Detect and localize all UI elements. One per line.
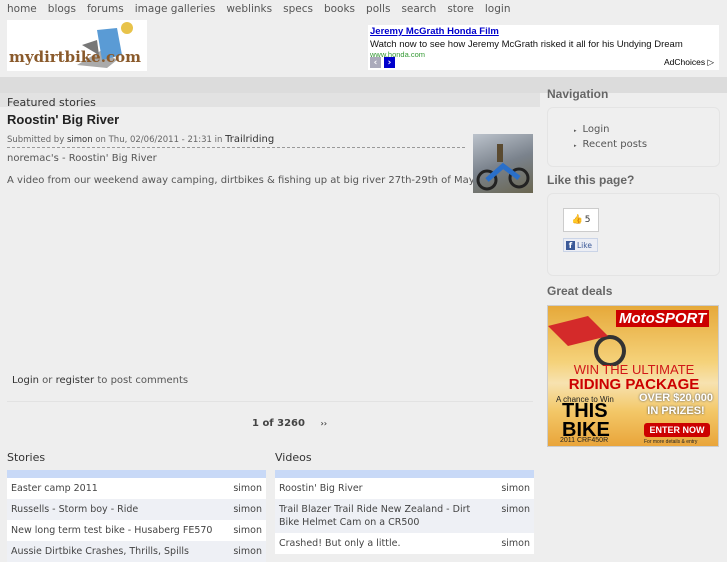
nav-item-login[interactable]: ▸ Login (574, 123, 719, 138)
story-meta: Submitted by simon on Thu, 02/06/2011 - … (7, 134, 465, 148)
register-link[interactable]: register (56, 375, 95, 386)
pager: 1 of 3260 ›› (252, 418, 327, 429)
comment-prompt: Login or register to post comments (12, 375, 189, 386)
stories-heading: Stories (7, 451, 46, 464)
pager-next[interactable]: ›› (320, 419, 327, 428)
nav-weblinks[interactable]: weblinks (226, 3, 272, 15)
top-nav: home blogs forums image galleries weblin… (7, 3, 510, 15)
nav-search[interactable]: search (401, 3, 436, 15)
ad-url[interactable]: www.honda.com (370, 50, 717, 57)
table-row[interactable]: New long term test bike - Husaberg FE570… (7, 520, 266, 541)
table-row[interactable]: Easter camp 2011 simon (7, 478, 266, 499)
nav-home[interactable]: home (7, 3, 37, 15)
adchoices-link[interactable]: AdChoices ▷ (664, 57, 714, 68)
ad-description: Watch now to see how Jeremy McGrath risk… (370, 39, 683, 50)
facebook-like-button[interactable]: f Like (563, 238, 598, 252)
story-body: A video from our weekend away camping, d… (7, 175, 504, 186)
like-heading: Like this page? (547, 173, 635, 187)
site-logo[interactable]: mydirtbike.com (7, 20, 147, 71)
like-block: 👍 5 f Like (547, 193, 720, 276)
category-link[interactable]: Trailriding (225, 134, 274, 145)
table-row[interactable]: Aussie Dirtbike Crashes, Thrills, Spills… (7, 541, 266, 562)
nav-image-galleries[interactable]: image galleries (135, 3, 216, 15)
table-row[interactable]: Trail Blazer Trail Ride New Zealand - Di… (275, 499, 534, 533)
enter-now-button[interactable]: ENTER NOW (644, 423, 710, 437)
featured-heading: Featured stories (7, 96, 96, 109)
nav-books[interactable]: books (324, 3, 355, 15)
nav-item-recent-posts[interactable]: ▸ Recent posts (574, 138, 719, 153)
story-title[interactable]: Roostin' Big River (7, 112, 119, 127)
table-row[interactable]: Russells - Storm boy - Ride simon (7, 499, 266, 520)
facebook-icon: f (566, 240, 575, 250)
nav-blogs[interactable]: blogs (48, 3, 76, 15)
thumbs-up-icon: 👍 (571, 215, 583, 225)
ad-title[interactable]: Jeremy McGrath Honda Film (370, 26, 717, 37)
navigation-heading: Navigation (547, 87, 609, 101)
ad-next-icon[interactable]: › (384, 57, 395, 68)
logo-text: mydirtbike.com (9, 48, 141, 66)
header-band (0, 77, 727, 93)
story-subtitle: noremac's - Roostin' Big River (7, 153, 157, 164)
nav-store[interactable]: store (447, 3, 474, 15)
divider (7, 401, 533, 402)
story-thumbnail[interactable] (473, 134, 533, 193)
nav-forums[interactable]: forums (87, 3, 124, 15)
navigation-block: ▸ Login ▸ Recent posts (547, 107, 720, 167)
login-link[interactable]: Login (12, 375, 39, 386)
table-row[interactable]: Roostin' Big River simon (275, 478, 534, 499)
deals-heading: Great deals (547, 284, 613, 298)
videos-heading: Videos (275, 451, 312, 464)
motosport-banner-ad[interactable]: MotoSPORT WIN THE ULTIMATE RIDING PACKAG… (547, 305, 719, 447)
nav-polls[interactable]: polls (366, 3, 390, 15)
text-ad[interactable]: Jeremy McGrath Honda Film Watch now to s… (368, 25, 719, 70)
pager-current: 1 of 3260 (252, 418, 305, 429)
ad-prev-icon[interactable]: ‹ (370, 57, 381, 68)
like-count-bubble: 👍 5 (563, 208, 599, 232)
videos-table: Roostin' Big River simon Trail Blazer Tra… (275, 470, 534, 554)
stories-table: Easter camp 2011 simon Russells - Storm b… (7, 470, 266, 562)
nav-login[interactable]: login (485, 3, 511, 15)
table-row[interactable]: Crashed! But only a little. simon (275, 533, 534, 554)
author-link[interactable]: simon (67, 135, 93, 145)
nav-specs[interactable]: specs (283, 3, 313, 15)
